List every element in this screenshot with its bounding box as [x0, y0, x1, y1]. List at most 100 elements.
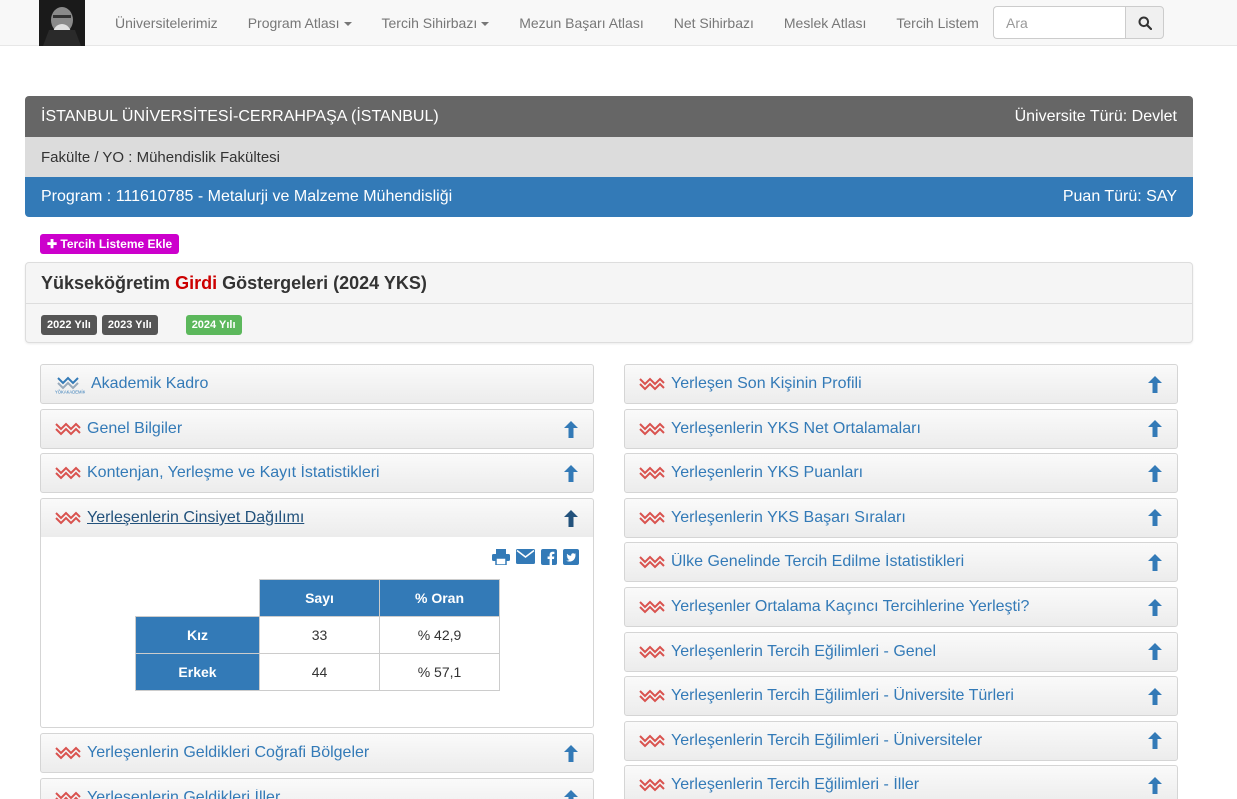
caret-down-icon — [343, 22, 352, 27]
gender-distribution-panel: Sayı % Oran Kız 33 % 42,9 Erkek 44 % 57,… — [40, 537, 594, 728]
indicators-title: Yükseköğretim Girdi Göstergeleri (2024 Y… — [26, 263, 1192, 304]
arrow-up-icon[interactable] — [1147, 687, 1163, 705]
accordion-header[interactable]: Yerleşen Son Kişinin Profili — [624, 364, 1178, 404]
indicators-panel: Yükseköğretim Girdi Göstergeleri (2024 Y… — [25, 262, 1193, 343]
accordion-header[interactable]: Yerleşenlerin Tercih Eğilimleri - Üniver… — [624, 720, 1178, 761]
nav-item-label: Net Sihirbazı — [673, 15, 754, 31]
email-icon[interactable] — [516, 549, 535, 568]
arrow-up-icon[interactable] — [1147, 598, 1163, 616]
yok-logo-icon — [639, 465, 665, 481]
nav-item-5[interactable]: Meslek Atlası — [769, 0, 881, 46]
arrow-up-icon[interactable] — [1147, 509, 1163, 527]
accordion-header[interactable]: Yerleşenlerin YKS Net Ortalamaları — [624, 408, 1178, 449]
university-type: Üniversite Türü: Devlet — [1014, 107, 1177, 125]
yok-logo-icon — [639, 733, 665, 749]
accordion-title[interactable]: Yerleşenlerin Tercih Eğilimleri - Genel — [671, 643, 1147, 661]
arrow-up-icon[interactable] — [1147, 643, 1163, 661]
accordion-title[interactable]: Yerleşenlerin YKS Net Ortalamaları — [671, 420, 1147, 438]
col-header-count: Sayı — [259, 579, 380, 617]
accordion-title[interactable]: Yerleşenler Ortalama Kaçıncı Tercihlerin… — [671, 598, 1147, 616]
accordion-title[interactable]: Kontenjan, Yerleşme ve Kayıt İstatistikl… — [87, 464, 563, 482]
accordion-title[interactable]: Ülke Genelinde Tercih Edilme İstatistikl… — [671, 553, 1147, 571]
arrow-up-icon[interactable] — [563, 789, 579, 799]
arrow-up-icon[interactable] — [563, 420, 579, 438]
accordion-title[interactable]: Yerleşen Son Kişinin Profili — [671, 375, 1147, 393]
row-label-male: Erkek — [135, 653, 260, 691]
accordion-header[interactable]: Kontenjan, Yerleşme ve Kayıt İstatistikl… — [40, 453, 594, 493]
accordion-title[interactable]: Yerleşenlerin Geldikleri Coğrafi Bölgele… — [87, 744, 563, 762]
arrow-up-icon[interactable] — [1147, 553, 1163, 571]
year-selector: 2022 Yılı 2023 Yılı 2024 Yılı — [41, 315, 247, 335]
arrow-up-icon[interactable] — [1147, 420, 1163, 438]
nav-item-label: Mezun Başarı Atlası — [519, 15, 644, 31]
yok-logo-icon — [639, 510, 665, 526]
search-input[interactable] — [993, 6, 1125, 39]
accordion-title[interactable]: Akademik Kadro — [91, 375, 579, 393]
accordion-header[interactable]: Yerleşenlerin Cinsiyet Dağılımı — [40, 498, 594, 538]
accordion-header[interactable]: Yerleşenlerin YKS Başarı Sıraları — [624, 497, 1178, 538]
arrow-up-icon[interactable] — [1147, 776, 1163, 794]
accordion-header[interactable]: Yerleşenlerin YKS Puanları — [624, 453, 1178, 494]
title-pre: Yükseköğretim — [41, 272, 171, 293]
accordion-header[interactable]: Yerleşenlerin Tercih Eğilimleri - Genel — [624, 631, 1178, 672]
male-count: 44 — [259, 653, 380, 691]
accordion-title[interactable]: Yerleşenlerin Tercih Eğilimleri - Üniver… — [671, 732, 1147, 750]
accordion-header[interactable]: YÖKAKADEMİK Akademik Kadro — [40, 364, 594, 404]
accordion-title[interactable]: Yerleşenlerin Geldikleri İller — [87, 789, 563, 799]
accordion-title[interactable]: Yerleşenlerin Tercih Eğilimleri - Üniver… — [671, 687, 1147, 705]
nav-item-3[interactable]: Mezun Başarı Atlası — [504, 0, 659, 46]
accordion-header[interactable]: Genel Bilgiler — [40, 409, 594, 449]
arrow-up-icon[interactable] — [563, 744, 579, 762]
nav-item-label: Üniversitelerimiz — [115, 15, 218, 31]
program-name: Program : 111610785 - Metalurji ve Malze… — [41, 188, 453, 205]
nav-item-6[interactable]: Tercih Listem — [881, 0, 993, 46]
yok-logo-icon — [639, 777, 665, 793]
svg-text:YÖKAKADEMİK: YÖKAKADEMİK — [55, 390, 85, 395]
yokakademik-icon: YÖKAKADEMİK — [55, 374, 85, 394]
arrow-up-icon[interactable] — [563, 464, 579, 482]
accordion-title[interactable]: Yerleşenlerin Tercih Eğilimleri - İller — [671, 776, 1147, 794]
faculty-name: Fakülte / YO : Mühendislik Fakültesi — [41, 148, 280, 166]
year-2024-button[interactable]: 2024 Yılı — [185, 315, 242, 335]
add-to-list-button[interactable]: ✚ Tercih Listeme Ekle — [40, 234, 180, 254]
arrow-up-icon[interactable] — [1147, 375, 1163, 393]
yok-logo-icon — [639, 599, 665, 615]
accordion-title[interactable]: Yerleşenlerin Cinsiyet Dağılımı — [87, 509, 563, 527]
twitter-icon[interactable] — [563, 549, 579, 568]
print-icon[interactable] — [492, 549, 510, 568]
accordion-title[interactable]: Yerleşenlerin YKS Puanları — [671, 464, 1147, 482]
yok-logo-icon — [55, 465, 81, 481]
accordion-header[interactable]: Yerleşenler Ortalama Kaçıncı Tercihlerin… — [624, 587, 1178, 627]
site-logo[interactable] — [39, 0, 85, 46]
accordion-header[interactable]: Yerleşenlerin Tercih Eğilimleri - İller — [624, 765, 1178, 799]
nav-item-1[interactable]: Program Atlası — [233, 0, 367, 46]
accordion-header[interactable]: Ülke Genelinde Tercih Edilme İstatistikl… — [624, 542, 1178, 583]
search-button[interactable] — [1125, 6, 1164, 39]
arrow-up-icon[interactable] — [1147, 732, 1163, 750]
accordion-title[interactable]: Genel Bilgiler — [87, 420, 563, 438]
caret-down-icon — [481, 22, 490, 27]
nav-item-label: Tercih Listem — [896, 15, 979, 31]
arrow-up-icon[interactable] — [563, 509, 579, 527]
nav-item-2[interactable]: Tercih Sihirbazı — [367, 0, 505, 46]
yok-logo-icon — [55, 745, 81, 761]
nav-item-0[interactable]: Üniversitelerimiz — [100, 0, 233, 46]
accordion-header[interactable]: Yerleşenlerin Tercih Eğilimleri - Üniver… — [624, 676, 1178, 717]
accordion-header[interactable]: Yerleşenlerin Geldikleri İller — [40, 778, 594, 799]
yok-logo-icon — [639, 421, 665, 437]
top-navbar: Üniversitelerimiz Program Atlası Tercih Si… — [0, 0, 1237, 46]
yok-logo-icon — [55, 421, 81, 437]
university-header: İSTANBUL ÜNİVERSİTESİ-CERRAHPAŞA (İSTANB… — [25, 96, 1193, 137]
title-post: Göstergeleri (2024 YKS) — [222, 272, 427, 293]
accordion-header[interactable]: Yerleşenlerin Geldikleri Coğrafi Bölgele… — [40, 733, 594, 773]
facebook-icon[interactable] — [541, 549, 557, 568]
search-icon — [1138, 16, 1152, 30]
nav-item-4[interactable]: Net Sihirbazı — [659, 0, 769, 46]
year-2022-button[interactable]: 2022 Yılı — [41, 315, 97, 335]
accordion-title[interactable]: Yerleşenlerin YKS Başarı Sıraları — [671, 509, 1147, 527]
share-toolbar — [486, 549, 579, 568]
table-row: Erkek 44 % 57,1 — [135, 653, 500, 691]
year-2023-button[interactable]: 2023 Yılı — [101, 315, 158, 335]
arrow-up-icon[interactable] — [1147, 464, 1163, 482]
yok-logo-icon — [639, 376, 665, 392]
